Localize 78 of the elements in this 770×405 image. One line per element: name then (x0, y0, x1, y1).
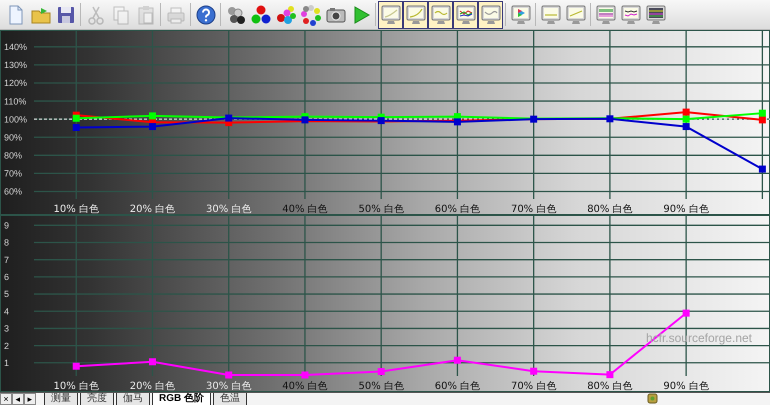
line-monitor-icon (540, 4, 562, 26)
axis-label: 130% (4, 60, 28, 70)
data-point (682, 310, 690, 317)
axis-label: 7 (4, 254, 10, 265)
axis-label: 100% (4, 114, 28, 124)
data-point (225, 371, 232, 378)
curve-monitor-icon (380, 4, 402, 26)
axis-label: 140% (4, 42, 28, 52)
axis-label: 10% 白色 (54, 381, 99, 392)
data-point (454, 356, 461, 364)
data-point (148, 358, 156, 366)
three-spheres-icon (250, 4, 272, 26)
sheet-tab[interactable]: 色温 (213, 393, 247, 405)
axis-label: 120% (4, 78, 28, 88)
axis-label: 70% (4, 168, 22, 179)
stacked-monitor-icon (644, 4, 666, 26)
bands-monitor-icon (594, 4, 616, 26)
sheet-tab[interactable]: 亮度 (80, 393, 114, 405)
axis-label: 8 (4, 238, 10, 248)
data-point (378, 368, 385, 376)
axis-label: 60% 白色 (434, 204, 480, 215)
axis-label: 40% 白色 (282, 204, 328, 215)
data-point (530, 116, 538, 123)
view-toggle-button[interactable] (403, 1, 428, 29)
axis-label: 60% (4, 186, 22, 197)
axis-label: 90% (4, 132, 22, 142)
axis-label: 70% 白色 (510, 204, 556, 215)
axis-label: 30% 白色 (206, 204, 252, 215)
multi-line-monitor-icon (620, 4, 642, 26)
axis-label: 90% 白色 (663, 381, 709, 392)
data-point (758, 166, 766, 173)
axis-label: 10% 白色 (54, 204, 99, 215)
gamut-monitor-icon (510, 4, 532, 26)
axis-label: 40% 白色 (282, 381, 328, 392)
wave-monitor-icon (430, 4, 452, 26)
axis-label: 5 (4, 289, 10, 300)
data-point (72, 124, 80, 131)
axis-label: 70% 白色 (510, 381, 556, 392)
axis-label: 50% 白色 (358, 204, 404, 215)
sheet-tab[interactable]: 测量 (44, 393, 78, 405)
axis-label: 4 (4, 306, 10, 316)
view-toggle-button[interactable] (378, 1, 403, 29)
line-monitor-icon (564, 4, 586, 26)
axis-label: 20% 白色 (130, 204, 176, 215)
data-point (530, 368, 538, 375)
axis-label: 6 (4, 272, 10, 282)
view-toggle-button[interactable] (428, 1, 453, 29)
curve-monitor-icon (404, 4, 426, 26)
view-toggle-button[interactable] (478, 1, 503, 29)
axis-label: 30% 白色 (206, 381, 252, 392)
data-point (72, 362, 80, 370)
axis-label: 1 (4, 358, 10, 368)
axis-label: 80% 白色 (587, 381, 633, 392)
sheet-tab[interactable]: 伽马 (116, 393, 150, 405)
sphere-cluster-icon (274, 4, 296, 26)
close-button[interactable]: × (0, 393, 12, 405)
axis-label: 80% 白色 (587, 204, 633, 215)
axis-label: 60% 白色 (434, 381, 480, 392)
view-toggle-button[interactable] (453, 1, 478, 29)
help-icon (194, 4, 216, 26)
axis-label: 110% (4, 96, 26, 106)
axis-label: 9 (4, 220, 10, 230)
data-point (606, 115, 614, 122)
axis-label: 90% 白色 (663, 204, 709, 215)
status-icon (647, 393, 658, 404)
previous-button[interactable]: ◂ (12, 393, 24, 405)
curve-monitor-icon (480, 4, 502, 26)
sheet-tab[interactable]: RGB 色阶 (152, 393, 211, 405)
sphere-ring-icon (300, 4, 322, 26)
axis-label: 20% 白色 (130, 381, 176, 392)
axis-label: 2 (4, 340, 10, 351)
data-point (606, 371, 614, 378)
axis-label: 50% 白色 (358, 381, 404, 392)
multi-line-monitor-icon (454, 4, 476, 26)
data-point (301, 371, 308, 378)
axis-label: 3 (4, 324, 10, 334)
axis-label: 80% (4, 150, 22, 161)
next-button[interactable]: ▸ (24, 393, 36, 405)
